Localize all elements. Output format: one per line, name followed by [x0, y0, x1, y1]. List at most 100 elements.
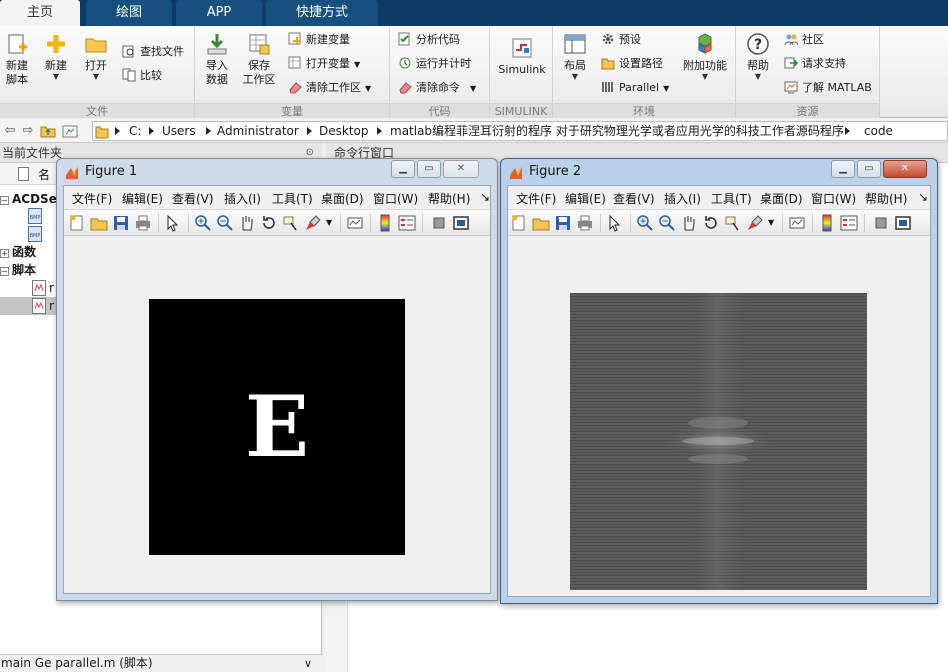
- figure-2-canvas[interactable]: [508, 237, 930, 596]
- browse-folder-icon[interactable]: [62, 123, 78, 139]
- tree-file-m-selected[interactable]: r: [0, 297, 60, 315]
- show-plot-tools-icon[interactable]: [452, 214, 470, 232]
- pan-hand-icon[interactable]: [238, 214, 256, 232]
- menu-insert[interactable]: 插入(I): [224, 190, 261, 207]
- tree-group-functions[interactable]: + 函数: [0, 243, 36, 261]
- menu-overflow-icon[interactable]: ↘: [918, 190, 928, 204]
- pointer-icon[interactable]: [606, 214, 624, 232]
- parallel-button[interactable]: Parallel ▼: [601, 78, 669, 98]
- close-button[interactable]: ✕: [443, 160, 479, 178]
- tree-file-m[interactable]: r: [32, 279, 54, 297]
- tab-apps[interactable]: APP: [176, 0, 262, 26]
- close-button[interactable]: ✕: [883, 160, 927, 178]
- back-icon[interactable]: ⇦: [2, 123, 18, 139]
- chevron-down-icon[interactable]: ▼: [768, 218, 774, 227]
- chevron-down-icon[interactable]: ∨: [304, 655, 312, 672]
- file-details-bar[interactable]: main Ge parallel.m (脚本) ∨: [0, 654, 322, 672]
- tree-folder[interactable]: − ACDSe: [0, 190, 57, 208]
- tree-group-scripts[interactable]: − 脚本: [0, 261, 36, 279]
- save-icon[interactable]: [554, 214, 572, 232]
- collapse-icon[interactable]: −: [0, 267, 9, 276]
- zoom-out-icon[interactable]: [658, 214, 676, 232]
- open-file-icon[interactable]: [90, 214, 108, 232]
- minimize-button[interactable]: ▁: [831, 160, 855, 178]
- menu-overflow-icon[interactable]: ↘: [480, 190, 490, 204]
- brush-icon[interactable]: [304, 214, 322, 232]
- print-icon[interactable]: [576, 214, 594, 232]
- new-figure-icon[interactable]: [68, 214, 86, 232]
- save-workspace-button[interactable]: 保存 工作区: [241, 32, 277, 87]
- save-icon[interactable]: [112, 214, 130, 232]
- up-folder-icon[interactable]: [40, 123, 56, 139]
- link-plot-icon[interactable]: [788, 214, 806, 232]
- zoom-out-icon[interactable]: [216, 214, 234, 232]
- figure-2-diffraction-image[interactable]: [570, 293, 867, 590]
- data-cursor-icon[interactable]: [282, 214, 300, 232]
- menu-tools[interactable]: 工具(T): [711, 190, 752, 207]
- menu-desktop[interactable]: 桌面(D): [321, 190, 364, 207]
- new-variable-button[interactable]: 新建变量: [288, 30, 350, 50]
- menu-help[interactable]: 帮助(H): [428, 190, 470, 207]
- add-ons-button[interactable]: 附加功能 ▼: [679, 32, 731, 81]
- import-data-button[interactable]: 导入 数据: [201, 32, 233, 87]
- pointer-icon[interactable]: [164, 214, 182, 232]
- find-files-button[interactable]: 查找文件: [122, 42, 184, 62]
- zoom-in-icon[interactable]: [194, 214, 212, 232]
- menu-window[interactable]: 窗口(W): [373, 190, 418, 207]
- simulink-button[interactable]: Simulink: [496, 36, 548, 77]
- brush-icon[interactable]: [746, 214, 764, 232]
- breadcrumb-item[interactable]: Users: [162, 122, 196, 140]
- legend-icon[interactable]: [840, 214, 858, 232]
- help-button[interactable]: ? 帮助 ▼: [742, 32, 774, 81]
- tab-home[interactable]: 主页: [0, 0, 80, 26]
- menu-insert[interactable]: 插入(I): [664, 190, 701, 207]
- clear-commands-button[interactable]: 清除命令 ▼: [398, 78, 476, 98]
- rotate-3d-icon[interactable]: [702, 214, 720, 232]
- legend-icon[interactable]: [398, 214, 416, 232]
- figure-1-window[interactable]: Figure 1 ▁ ▭ ✕ 文件(F) 编辑(E) 查看(V) 插入(I) 工…: [56, 158, 498, 601]
- preferences-button[interactable]: 预设: [601, 30, 641, 50]
- figure-2-window[interactable]: Figure 2 ▁ ▭ ✕ 文件(F) 编辑(E) 查看(V) 插入(I) 工…: [500, 158, 938, 604]
- new-figure-icon[interactable]: [510, 214, 528, 232]
- open-variable-button[interactable]: 打开变量 ▼: [288, 54, 360, 74]
- menu-view[interactable]: 查看(V): [172, 190, 214, 207]
- chevron-down-icon[interactable]: ▼: [326, 218, 332, 227]
- community-button[interactable]: 社区: [784, 30, 824, 50]
- breadcrumb-item[interactable]: Administrator: [217, 122, 299, 140]
- pan-hand-icon[interactable]: [680, 214, 698, 232]
- request-support-button[interactable]: 请求支持: [784, 54, 846, 74]
- breadcrumb-item[interactable]: C:: [129, 122, 141, 140]
- figure-1-image[interactable]: E: [149, 299, 405, 555]
- breadcrumb-item[interactable]: matlab编程菲涅耳衍射的程序 对于研究物理光学或者应用光学的科技工作者源码程…: [390, 122, 844, 140]
- tab-plots[interactable]: 绘图: [86, 0, 172, 26]
- tab-shortcuts[interactable]: 快捷方式: [266, 0, 378, 26]
- forward-icon[interactable]: ⇨: [20, 123, 36, 139]
- menu-file[interactable]: 文件(F): [516, 190, 556, 207]
- breadcrumb-item[interactable]: Desktop: [319, 122, 369, 140]
- figure-2-titlebar[interactable]: Figure 2 ▁ ▭ ✕: [501, 159, 937, 185]
- menu-view[interactable]: 查看(V): [613, 190, 655, 207]
- clear-workspace-button[interactable]: 清除工作区 ▼: [288, 78, 371, 98]
- colorbar-icon[interactable]: [376, 214, 394, 232]
- menu-edit[interactable]: 编辑(E): [122, 190, 163, 207]
- expand-icon[interactable]: +: [0, 249, 9, 258]
- tree-file-bmp[interactable]: BMP: [28, 207, 42, 225]
- minimize-button[interactable]: ▁: [391, 160, 415, 178]
- hide-plot-tools-icon[interactable]: [872, 214, 890, 232]
- breadcrumb-item[interactable]: code: [864, 122, 893, 140]
- menu-tools[interactable]: 工具(T): [272, 190, 313, 207]
- column-name-header[interactable]: 名: [38, 166, 50, 183]
- compare-button[interactable]: 比较: [122, 66, 162, 86]
- new-script-button[interactable]: 新建 脚本: [2, 32, 32, 87]
- figure-1-canvas[interactable]: E: [64, 237, 490, 593]
- set-path-button[interactable]: 设置路径: [601, 54, 663, 74]
- rotate-3d-icon[interactable]: [260, 214, 278, 232]
- learn-matlab-button[interactable]: 了解 MATLAB: [784, 78, 872, 98]
- open-button[interactable]: 打开 ▼: [80, 32, 112, 81]
- tree-file-bmp[interactable]: BMP: [28, 225, 42, 243]
- menu-file[interactable]: 文件(F): [72, 190, 112, 207]
- zoom-in-icon[interactable]: [636, 214, 654, 232]
- layout-button[interactable]: 布局 ▼: [559, 32, 591, 81]
- hide-plot-tools-icon[interactable]: [430, 214, 448, 232]
- colorbar-icon[interactable]: [818, 214, 836, 232]
